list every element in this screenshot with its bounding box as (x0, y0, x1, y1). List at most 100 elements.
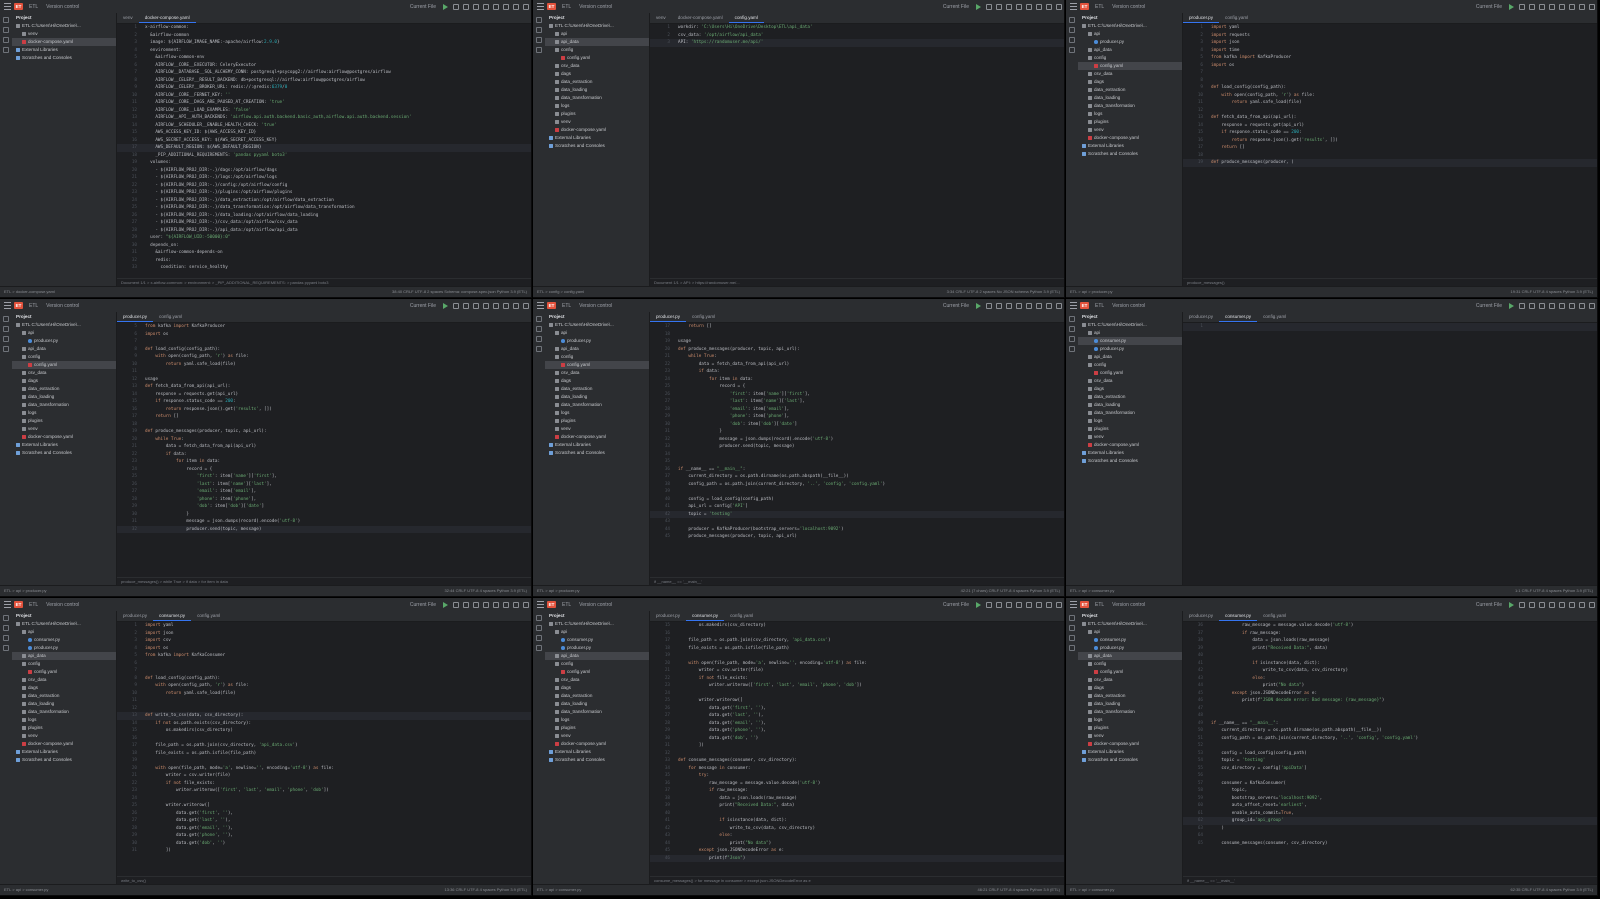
tree-item[interactable]: External Libraries (12, 441, 116, 449)
main-menu-icon[interactable] (4, 3, 11, 10)
code-editor[interactable]: 1 import yaml 2 import json 3 import csv 4 impo… (117, 622, 531, 877)
tree-item[interactable]: logs (1078, 110, 1182, 118)
tree-item[interactable]: data_transformation (12, 708, 116, 716)
version-control-menu[interactable]: Version control (1112, 303, 1145, 309)
tree-item[interactable]: producer.py (545, 337, 649, 345)
tree-item[interactable]: docker-compose.yaml (1078, 134, 1182, 142)
more-tools-icon[interactable] (536, 47, 542, 53)
tree-item[interactable]: ETL C:\Users\Hi\OneDrive\... (12, 620, 116, 628)
tree-item[interactable]: data_loading (545, 86, 649, 94)
minimize-icon[interactable] (1036, 302, 1042, 309)
project-tool-icon[interactable] (1069, 17, 1075, 23)
tree-item[interactable]: config.yaml (12, 361, 116, 369)
tree-item[interactable]: config (545, 353, 649, 361)
search-icon[interactable] (483, 302, 489, 309)
tree-item[interactable]: api (1078, 30, 1182, 38)
run-icon[interactable] (976, 302, 981, 309)
tree-item[interactable]: csv_data (1078, 676, 1182, 684)
tree-item[interactable]: venv (12, 425, 116, 433)
code-editor[interactable]: 1 x-airflow-common: 2 &airflow-common 3 ima… (117, 24, 531, 279)
editor-tab[interactable]: producer.py (650, 611, 686, 621)
tree-item[interactable]: csv_data (545, 676, 649, 684)
project-badge[interactable]: ET (14, 302, 23, 309)
tree-item[interactable]: data_loading (12, 700, 116, 708)
tree-item[interactable]: api_data (12, 345, 116, 353)
project-name[interactable]: ETL (562, 4, 571, 10)
settings-icon[interactable] (1026, 3, 1032, 10)
project-tool-icon[interactable] (536, 316, 542, 322)
main-menu-icon[interactable] (1070, 302, 1077, 309)
more-tools-icon[interactable] (1069, 645, 1075, 651)
tree-item[interactable]: venv (1078, 433, 1182, 441)
editor-tab[interactable]: consumer.py (686, 611, 725, 621)
maximize-icon[interactable] (1579, 601, 1585, 608)
commit-tool-icon[interactable] (1069, 27, 1075, 33)
project-badge[interactable]: ET (1080, 601, 1089, 608)
close-icon[interactable] (523, 601, 529, 608)
editor-tab[interactable]: config.yaml (1257, 611, 1292, 621)
editor-tab[interactable]: docker-compose.yaml (138, 13, 196, 23)
tree-item[interactable]: producer.py (1078, 38, 1182, 46)
project-badge[interactable]: ET (547, 601, 556, 608)
project-tool-icon[interactable] (3, 615, 9, 621)
tree-item[interactable]: dags (12, 377, 116, 385)
more-tools-icon[interactable] (3, 346, 9, 352)
debug-icon[interactable] (986, 601, 992, 608)
main-menu-icon[interactable] (4, 302, 11, 309)
minimize-icon[interactable] (1569, 3, 1575, 10)
tree-item[interactable]: dags (545, 684, 649, 692)
search-icon[interactable] (1016, 601, 1022, 608)
maximize-icon[interactable] (1046, 3, 1052, 10)
tree-item[interactable]: logs (12, 716, 116, 724)
tree-item[interactable]: consumer.py (1078, 636, 1182, 644)
project-panel-title[interactable]: Project (545, 13, 649, 22)
structure-tool-icon[interactable] (1069, 37, 1075, 43)
settings-icon[interactable] (493, 601, 499, 608)
tree-item[interactable]: docker-compose.yaml (12, 740, 116, 748)
run-icon[interactable] (1509, 3, 1514, 10)
project-name[interactable]: ETL (29, 602, 38, 608)
tree-item[interactable]: plugins (1078, 118, 1182, 126)
status-path[interactable]: ETL > api > consumer.py (1070, 586, 1114, 596)
tree-item[interactable]: venv (12, 732, 116, 740)
status-path[interactable]: ETL > docker-compose.yaml (4, 287, 55, 297)
project-tool-icon[interactable] (3, 316, 9, 322)
search-icon[interactable] (1016, 3, 1022, 10)
tree-item[interactable]: dags (545, 70, 649, 78)
tree-item[interactable]: venv (545, 425, 649, 433)
tree-item[interactable]: data_transformation (1078, 708, 1182, 716)
tree-item[interactable]: api_data (1078, 652, 1182, 660)
version-control-menu[interactable]: Version control (1112, 602, 1145, 608)
more-actions-icon[interactable] (996, 302, 1002, 309)
tree-item[interactable]: logs (545, 102, 649, 110)
run-configuration-select[interactable]: Current File (943, 4, 969, 10)
project-badge[interactable]: ET (547, 302, 556, 309)
tree-item[interactable]: External Libraries (545, 134, 649, 142)
status-info[interactable]: 46:21 CRLF UTF-8 4 spaces Python 3.9 (ET… (978, 885, 1060, 895)
main-menu-icon[interactable] (537, 302, 544, 309)
tree-item[interactable]: api (545, 628, 649, 636)
settings-icon[interactable] (1559, 601, 1565, 608)
editor-tab[interactable]: config.yaml (728, 13, 764, 23)
code-editor[interactable]: 1 workdir: 'C:\Users\Hi\OneDrive\Desktop\… (650, 24, 1064, 279)
main-menu-icon[interactable] (537, 3, 544, 10)
more-actions-icon[interactable] (996, 601, 1002, 608)
maximize-icon[interactable] (513, 3, 519, 10)
editor-tab[interactable]: docker-compose.yaml (672, 13, 729, 23)
close-icon[interactable] (1056, 302, 1062, 309)
tree-item[interactable]: docker-compose.yaml (1078, 441, 1182, 449)
code-editor[interactable]: 36 raw_message = message.value.decode('u… (1183, 622, 1597, 877)
more-tools-icon[interactable] (1069, 346, 1075, 352)
project-badge[interactable]: ET (1080, 3, 1089, 10)
status-info[interactable]: 13:36 CRLF UTF-8 4 spaces Python 3.9 (ET… (445, 885, 527, 895)
tree-item[interactable]: config.yaml (1078, 668, 1182, 676)
project-name[interactable]: ETL (29, 4, 38, 10)
minimize-icon[interactable] (503, 3, 509, 10)
status-path[interactable]: ETL > config > config.yaml (537, 287, 584, 297)
project-tool-icon[interactable] (536, 615, 542, 621)
tree-item[interactable]: docker-compose.yaml (12, 38, 116, 46)
project-badge[interactable]: ET (1080, 302, 1089, 309)
tree-item[interactable]: plugins (12, 724, 116, 732)
tree-item[interactable]: config (1078, 54, 1182, 62)
tree-item[interactable]: data_extraction (1078, 393, 1182, 401)
